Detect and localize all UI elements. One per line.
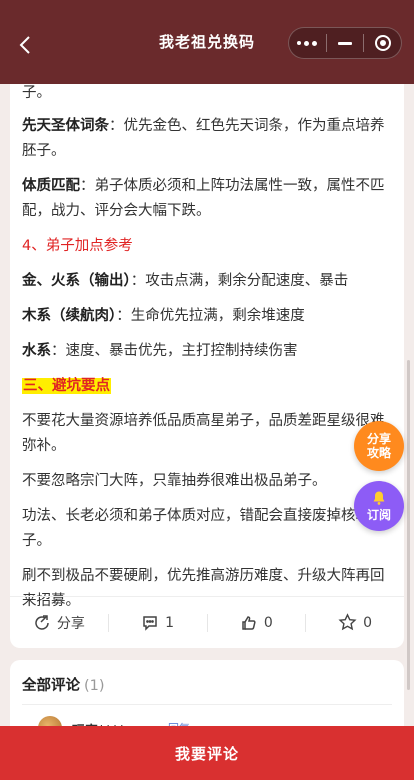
paragraph-key: 先天圣体词条 <box>22 118 109 134</box>
write-comment-button[interactable]: 我要评论 <box>0 726 414 780</box>
minimize-button[interactable] <box>327 28 364 58</box>
section-heading-4: 4、弟子加点参考 <box>22 238 133 254</box>
scrollbar[interactable] <box>407 360 410 690</box>
article-paragraph: 体质匹配：弟子体质必须和上阵功法属性一致，属性不匹配，战力、评分会大幅下跌。 <box>22 174 392 224</box>
share-action[interactable]: 分享 <box>10 613 108 633</box>
share-strategy-line2: 攻略 <box>366 446 391 460</box>
bell-icon <box>373 491 385 505</box>
build-item: 木系（续航肉）：生命优先拉满，剩余堆速度 <box>22 304 392 329</box>
build-text: ：攻击点满，剩余分配速度、暴击 <box>130 273 349 289</box>
mini-program-capsule <box>288 27 402 59</box>
like-count: 0 <box>263 614 273 631</box>
build-key: 金、火系（输出） <box>22 273 131 289</box>
paragraph-key: 体质匹配 <box>22 178 80 194</box>
comments-count: (1) <box>84 678 105 694</box>
section-heading-3: 三、避坑要点 <box>22 378 111 394</box>
more-button[interactable] <box>289 28 326 58</box>
more-dots-icon <box>297 40 318 46</box>
star-icon <box>338 613 357 631</box>
comment-icon <box>143 615 157 631</box>
tip-paragraph: 功法、长老必须和弟子体质对应，错配会直接废掉核心胚子。 <box>22 508 385 549</box>
thumbs-up-icon <box>242 615 256 630</box>
close-button[interactable] <box>364 28 401 58</box>
share-strategy-button[interactable]: 分享 攻略 <box>354 421 404 471</box>
section-heading-3-wrap: 三、避坑要点 <box>22 374 392 399</box>
article-paragraph: 先天圣体词条：优先金色、红色先天词条，作为重点培养胚子。 <box>22 114 392 164</box>
comment-count: 1 <box>165 614 175 631</box>
build-text: ：速度、暴击优先，主打控制持续伤害 <box>51 343 298 359</box>
build-key: 木系（续航肉） <box>22 308 117 324</box>
close-target-icon <box>374 35 391 51</box>
tip-paragraph: 不要忽略宗门大阵，只靠抽券很难出极品弟子。 <box>22 473 327 489</box>
comments-title-label: 全部评论 <box>22 678 80 694</box>
comments-title: 全部评论 (1) <box>22 674 105 695</box>
article-card: 色极品弟子，后期养成上限也高于词条再好的红品卓弟子。 先天圣体词条：优先金色、红… <box>10 50 404 648</box>
build-item: 水系：速度、暴击优先，主打控制持续伤害 <box>22 339 392 364</box>
like-action[interactable]: 0 <box>208 614 306 632</box>
write-comment-label: 我要评论 <box>174 744 239 763</box>
build-key: 水系 <box>22 343 51 359</box>
comments-divider <box>22 704 392 705</box>
favorite-count: 0 <box>363 614 373 631</box>
tip-paragraph: 不要花大量资源培养低品质高星弟子，品质差距星级很难弥补。 <box>22 413 385 454</box>
build-text: ：生命优先拉满，剩余堆速度 <box>116 308 305 324</box>
app-header: 我老祖兑换码 <box>0 0 414 84</box>
share-label: 分享 <box>56 615 85 632</box>
build-item: 金、火系（输出）：攻击点满，剩余分配速度、暴击 <box>22 269 392 294</box>
favorite-action[interactable]: 0 <box>306 613 404 632</box>
minimize-icon <box>338 41 352 45</box>
share-strategy-line1: 分享 <box>366 432 391 446</box>
article-actions: 分享 1 0 0 <box>10 597 404 648</box>
subscribe-button[interactable]: 订阅 <box>354 481 404 531</box>
comment-action[interactable]: 1 <box>109 614 207 632</box>
article-body: 色极品弟子，后期养成上限也高于词条再好的红品卓弟子。 先天圣体词条：优先金色、红… <box>22 50 392 624</box>
subscribe-label: 订阅 <box>366 508 391 522</box>
share-icon <box>35 614 49 630</box>
